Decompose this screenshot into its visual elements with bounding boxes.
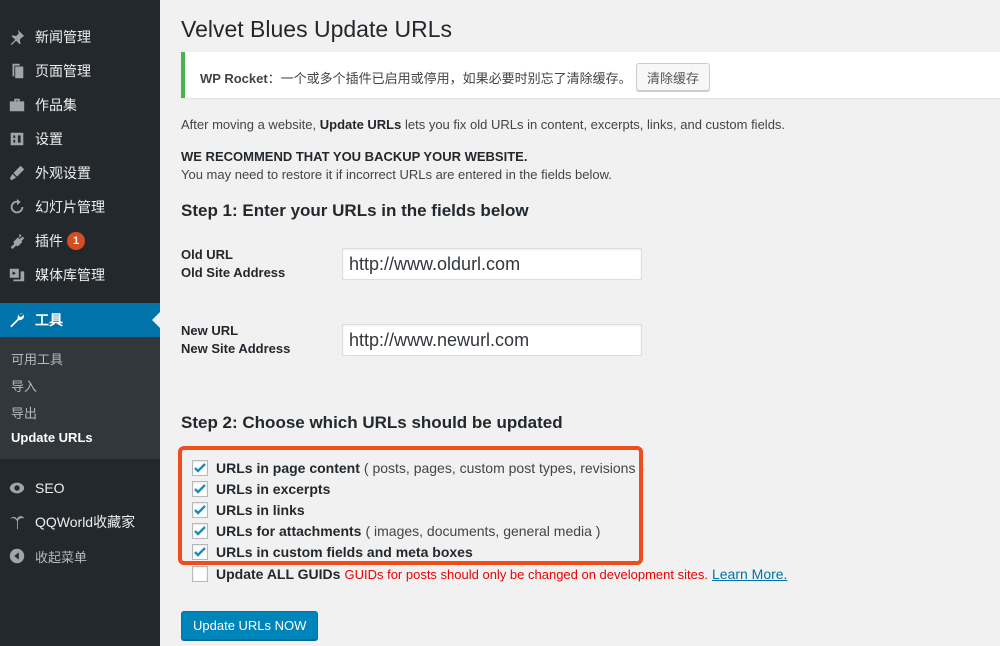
sidebar-item-label: 媒体库管理 [35,267,105,283]
sidebar-item-label: 页面管理 [35,63,91,79]
step2-heading: Step 2: Choose which URLs should be upda… [181,413,563,432]
sidebar-item-tools[interactable]: 工具 [0,303,160,337]
sidebar-item-posts[interactable]: 新闻管理 [0,20,160,54]
old-url-subtitle: Old Site Address [181,265,286,280]
sidebar-item-appearance[interactable]: 外观设置 [0,156,160,190]
highlight-annotation [178,446,643,565]
plugin-icon [7,231,27,251]
sidebar-item-media[interactable]: 媒体库管理 [0,258,160,292]
main-content: Velvet Blues Update URLs WP Rocket：一个或多个… [160,0,1000,646]
new-url-input[interactable] [342,324,642,356]
notice-brand: WP Rocket [200,71,268,86]
sidebar-item-label: 插件 [35,233,63,249]
briefcase-icon [7,95,27,115]
seo-icon [7,478,27,498]
update-urls-button[interactable]: Update URLs NOW [181,611,319,640]
sidebar-item-portfolio[interactable]: 作品集 [0,88,160,122]
new-url-subtitle: New Site Address [181,341,291,356]
sidebar-item-slider[interactable]: 幻灯片管理 [0,190,160,224]
sidebar-item-label: 外观设置 [35,165,91,181]
sidebar-item-pages[interactable]: 页面管理 [0,54,160,88]
admin-sidebar: 新闻管理 页面管理 作品集 设置 外观设置 幻灯片管理 插件 1 媒体库管理 工… [0,0,160,646]
intro-prefix: After moving a website, [181,117,320,132]
sidebar-item-seo[interactable]: SEO [0,471,160,505]
option-guids[interactable]: Update ALL GUIDs GUIDs for posts should … [192,565,787,583]
page-title: Velvet Blues Update URLs [181,16,453,42]
backup-recommendation: WE RECOMMEND THAT YOU BACKUP YOUR WEBSIT… [181,149,528,164]
intro-bold: Update URLs [319,117,402,132]
settings-icon [7,129,27,149]
sidebar-item-qqworld[interactable]: QQWorld收藏家 [0,505,160,539]
restore-note: You may need to restore it if incorrect … [181,167,612,182]
sidebar-item-plugins[interactable]: 插件 1 [0,224,160,258]
sidebar-item-label: 作品集 [35,97,77,113]
intro-suffix: lets you fix old URLs in content, excerp… [401,117,786,132]
sidebar-item-label: QQWorld收藏家 [35,514,136,530]
learn-more-link[interactable]: Learn More. [712,566,787,582]
checkbox-unchecked[interactable] [192,566,208,582]
current-menu-arrow [152,312,160,328]
intro-text: After moving a website, Update URLs lets… [181,117,785,132]
submenu-item-export[interactable]: 导出 [11,403,37,422]
page-icon [7,61,27,81]
old-url-title: Old URL [181,247,233,262]
slider-icon [7,197,27,217]
option-label: Update ALL GUIDs [216,566,341,582]
submenu-item-update-urls[interactable]: Update URLs [11,430,93,445]
new-url-label: New URL New Site Address [181,322,290,358]
appearance-icon [7,163,27,183]
sidebar-item-label: 工具 [35,312,63,328]
palm-icon [7,512,27,532]
submenu-item-import[interactable]: 导入 [11,376,37,395]
update-count-badge: 1 [67,232,85,250]
sidebar-item-label: 幻灯片管理 [35,199,105,215]
new-url-title: New URL [181,323,239,338]
step1-heading: Step 1: Enter your URLs in the fields be… [181,201,529,220]
sidebar-collapse-menu[interactable]: 收起菜单 [0,539,160,573]
notice-text: WP Rocket：一个或多个插件已启用或停用，如果必要时别忘了清除缓存。 [200,68,632,87]
sidebar-item-label: 收起菜单 [35,549,88,565]
wp-rocket-notice: WP Rocket：一个或多个插件已启用或停用，如果必要时别忘了清除缓存。 清除… [181,52,1000,98]
collapse-icon [7,546,27,566]
sidebar-item-label: 新闻管理 [35,29,91,45]
sidebar-item-label: 设置 [35,131,63,147]
old-url-input[interactable] [342,248,642,280]
tools-submenu: 可用工具 导入 导出 Update URLs [0,337,160,459]
clear-cache-button[interactable]: 清除缓存 [636,63,711,91]
sidebar-item-settings[interactable]: 设置 [0,122,160,156]
submenu-item-available-tools[interactable]: 可用工具 [11,349,63,368]
sidebar-item-label: SEO [35,480,65,496]
guid-warning: GUIDs for posts should only be changed o… [344,566,708,582]
notice-message: ：一个或多个插件已启用或停用，如果必要时别忘了清除缓存。 [267,71,632,86]
pushpin-icon [7,27,27,47]
media-icon [7,265,27,285]
wrench-icon [7,310,27,330]
old-url-label: Old URL Old Site Address [181,246,285,282]
